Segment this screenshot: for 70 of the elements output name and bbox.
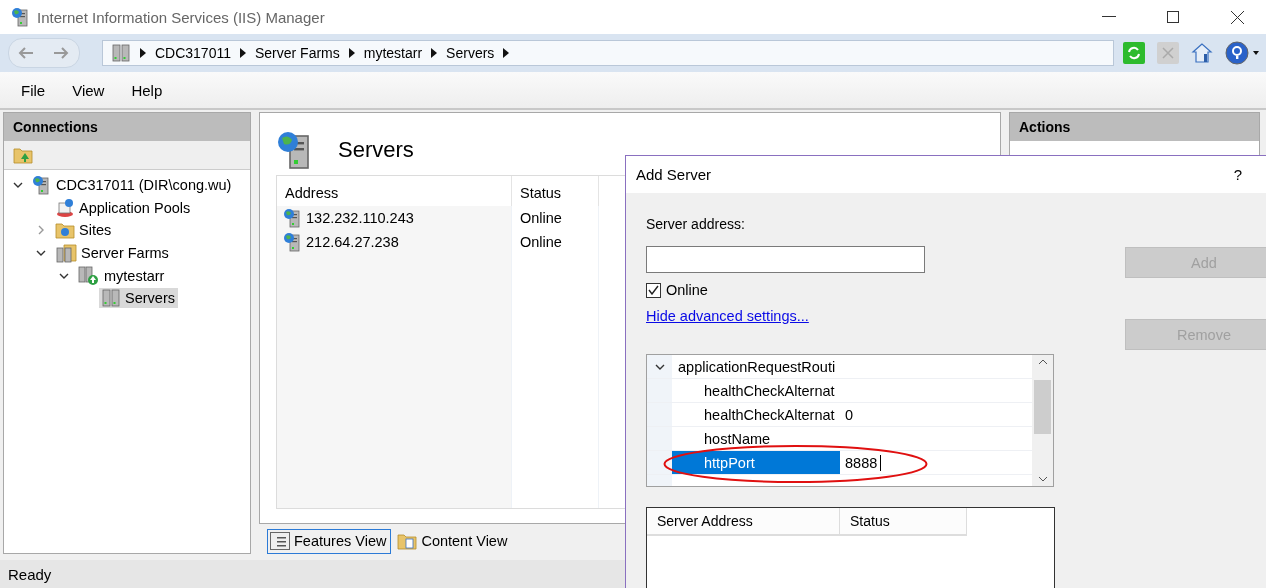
breadcrumb-arrow-icon[interactable] <box>348 48 355 58</box>
panel-header: Connections <box>4 113 250 141</box>
tree-item[interactable]: Application Pools <box>53 196 194 219</box>
home-button[interactable] <box>1188 42 1216 64</box>
back-arrow-icon <box>18 47 35 59</box>
field-label: Server address: <box>646 216 746 232</box>
server-globe-icon <box>32 175 52 196</box>
table-cell: 212.64.27.238 <box>277 230 512 254</box>
folder-document-icon <box>397 532 418 550</box>
app-logo-icon <box>11 7 31 27</box>
tree-item[interactable]: Server Farms <box>53 242 172 265</box>
dialog-title: Add Server <box>636 166 713 183</box>
forward-arrow-icon <box>53 47 70 59</box>
breadcrumb-item[interactable]: mytestarr <box>363 45 423 61</box>
refresh-button[interactable] <box>1120 42 1148 64</box>
breadcrumb-arrow-icon[interactable] <box>503 48 510 58</box>
column-header[interactable]: Address <box>277 176 512 206</box>
menu-item[interactable]: View <box>63 81 114 99</box>
breadcrumb-item[interactable]: Servers <box>446 45 495 61</box>
page-title: Servers <box>338 137 414 163</box>
help-button[interactable]: ? <box>1229 166 1246 183</box>
tree-item[interactable]: CDC317011 (DIR\cong.wu) <box>30 174 235 197</box>
application-pools-icon <box>55 197 75 218</box>
advanced-settings-link[interactable]: Hide advanced settings... <box>646 308 809 324</box>
column-header[interactable]: Server Address <box>647 508 840 536</box>
scroll-down-icon[interactable] <box>1037 476 1048 482</box>
close-icon <box>1230 10 1244 24</box>
folder-globe-icon <box>55 221 75 240</box>
menu-item[interactable]: Help <box>122 81 172 99</box>
tree-item[interactable]: mytestarr <box>76 264 168 287</box>
server-globe-icon <box>283 208 303 228</box>
table-cell: 132.232.110.243 <box>277 206 512 230</box>
property-name[interactable]: hostName <box>672 427 840 450</box>
online-checkbox[interactable] <box>646 282 661 298</box>
address-bar[interactable]: CDC317011 Server Farms mytestarr Servers <box>101 40 1114 66</box>
connect-button[interactable] <box>10 146 36 164</box>
servers-icon <box>101 289 121 308</box>
view-tab[interactable]: Content View <box>394 528 513 554</box>
breadcrumb-item[interactable]: CDC317011 <box>154 45 231 61</box>
property-category[interactable]: applicationRequestRouti <box>672 355 836 378</box>
breadcrumb-arrow-icon[interactable] <box>139 48 146 58</box>
menu-item[interactable]: File <box>12 81 55 99</box>
servers-icon <box>110 44 131 62</box>
scrollbar[interactable] <box>1032 355 1053 486</box>
server-globe-icon <box>283 232 303 252</box>
breadcrumb-item[interactable]: Server Farms <box>254 45 340 61</box>
maximize-icon <box>1167 11 1179 23</box>
checkbox-label: Online <box>666 282 708 298</box>
property-value[interactable]: 0 <box>845 406 854 423</box>
server-farm-icon <box>78 265 100 286</box>
list-view-icon <box>270 532 290 550</box>
server-address-field[interactable] <box>646 246 925 273</box>
tree-item[interactable]: Servers <box>99 288 178 309</box>
property-name[interactable]: healthCheckAlternat <box>672 403 840 426</box>
panel-header: Actions <box>1010 113 1259 141</box>
window-title: Internet Information Services (IIS) Manager <box>37 8 326 26</box>
table-cell: Online <box>512 206 599 230</box>
breadcrumb-arrow-icon[interactable] <box>431 48 438 58</box>
property-name[interactable]: healthCheckAlternat <box>672 379 840 402</box>
scroll-up-icon[interactable] <box>1037 359 1048 365</box>
view-tab[interactable]: Features View <box>267 528 392 554</box>
tree-item[interactable]: Sites <box>53 220 115 241</box>
property-name[interactable]: httpPort <box>672 451 840 474</box>
table-cell: Online <box>512 230 599 254</box>
folder-up-icon <box>13 146 33 164</box>
column-header[interactable]: Status <box>840 508 967 536</box>
property-value-field[interactable]: 8888 <box>845 454 878 471</box>
breadcrumb-arrow-icon[interactable] <box>239 48 246 58</box>
server-farm-icon <box>55 243 77 264</box>
minimize-icon <box>1102 16 1116 18</box>
